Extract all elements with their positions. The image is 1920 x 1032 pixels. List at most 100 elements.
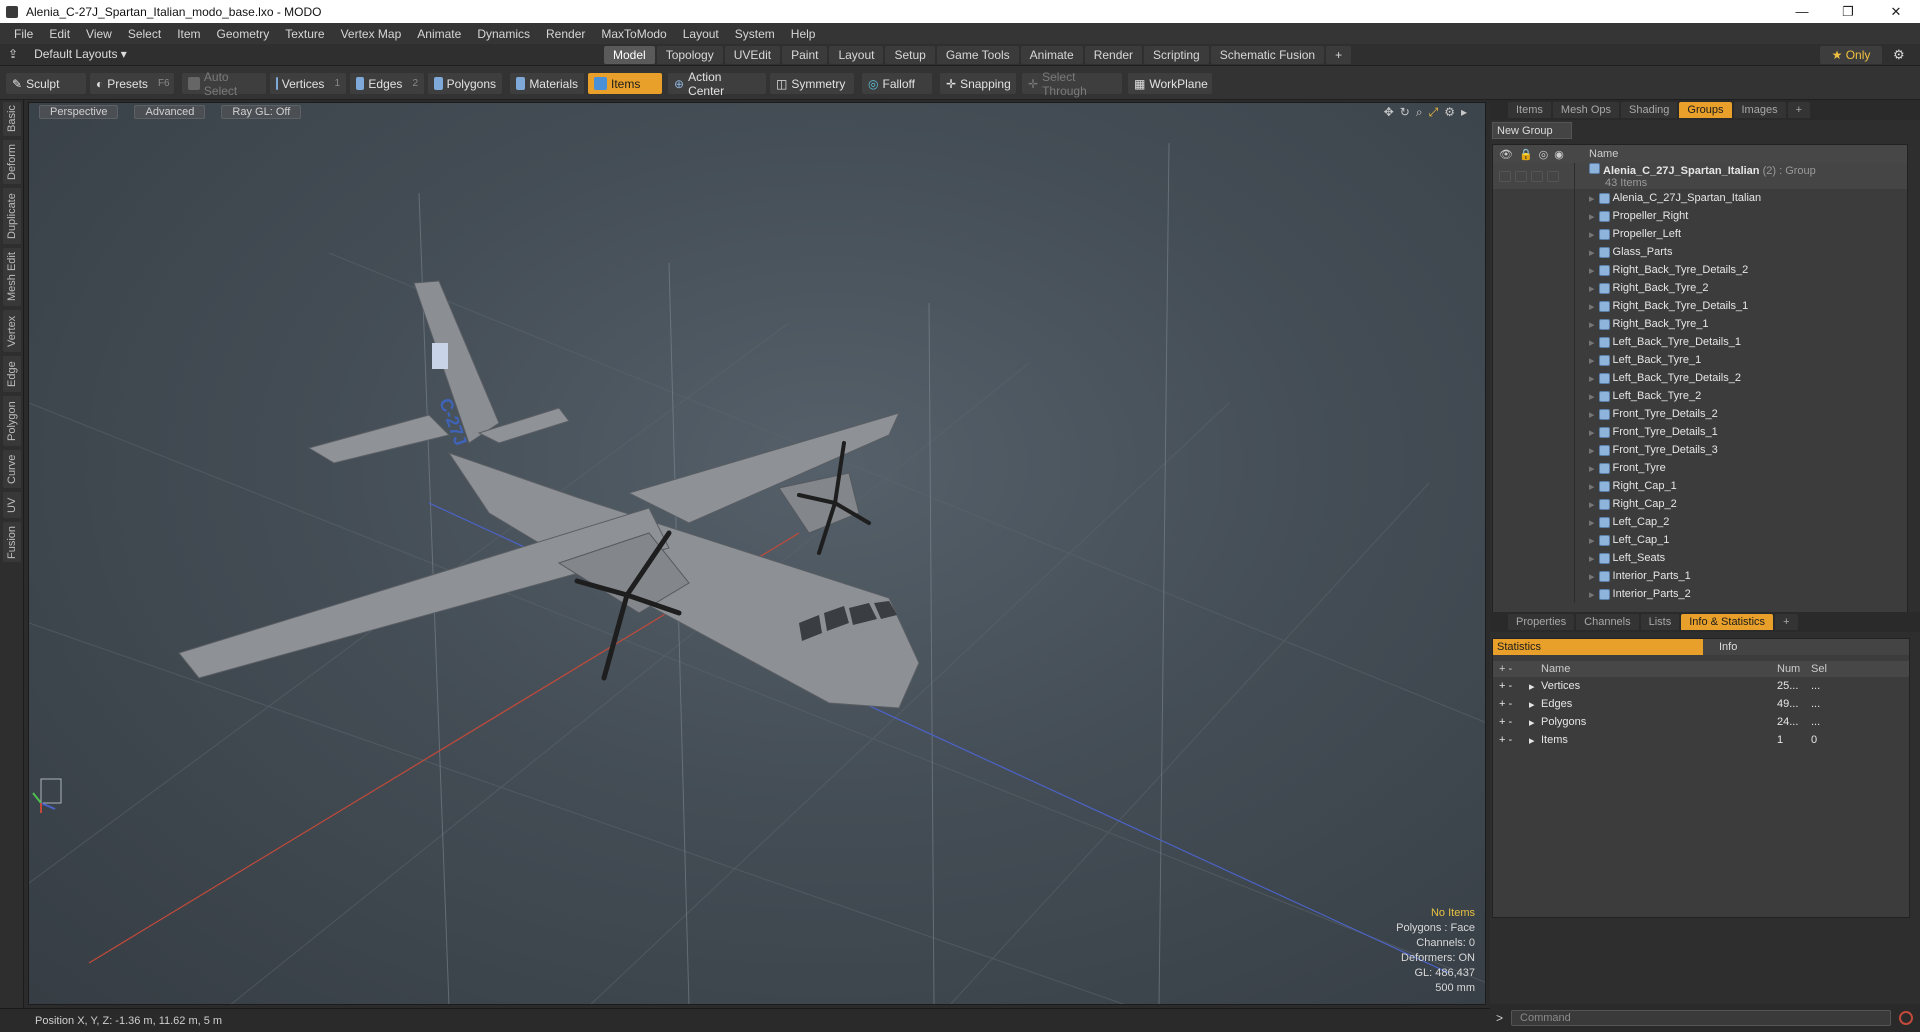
- lefttab-vertex[interactable]: Vertex: [3, 310, 21, 352]
- materials-button[interactable]: Materials: [510, 73, 584, 94]
- group-item-row[interactable]: ▸ Left_Cap_1: [1493, 531, 1907, 549]
- lefttab-polygon[interactable]: Polygon: [3, 396, 21, 446]
- tab-images[interactable]: Images: [1733, 102, 1786, 118]
- snapping-button[interactable]: ✛ Snapping: [940, 73, 1016, 94]
- rotate-icon[interactable]: ↻: [1400, 105, 1410, 120]
- group-item-row[interactable]: ▸ Front_Tyre_Details_2: [1493, 405, 1907, 423]
- menu-select[interactable]: Select: [120, 27, 169, 41]
- stats-expand-icon[interactable]: + -: [1493, 716, 1529, 728]
- group-item-row[interactable]: ▸ Alenia_C_27J_Spartan_Italian: [1493, 189, 1907, 207]
- tab-setup[interactable]: Setup: [885, 46, 935, 64]
- perspective-dropdown[interactable]: Perspective: [39, 105, 119, 119]
- group-item-row[interactable]: ▸ Right_Back_Tyre_Details_1: [1493, 297, 1907, 315]
- group-item-row[interactable]: ▸ Left_Back_Tyre_Details_2: [1493, 369, 1907, 387]
- command-input[interactable]: Command: [1511, 1010, 1892, 1026]
- menu-dynamics[interactable]: Dynamics: [469, 27, 538, 41]
- tab-model[interactable]: Model: [604, 46, 655, 64]
- stats-row[interactable]: + - ▸ Edges 49......: [1493, 695, 1909, 713]
- only-button[interactable]: ★ Only: [1820, 46, 1882, 64]
- root-select-toggle[interactable]: [1547, 170, 1559, 182]
- expand-arrow-icon[interactable]: ▸: [1575, 318, 1595, 331]
- group-item-row[interactable]: ▸ Propeller_Left: [1493, 225, 1907, 243]
- record-icon[interactable]: [1899, 1011, 1914, 1025]
- layout-pin-icon[interactable]: ⇪: [8, 47, 18, 61]
- sculpt-button[interactable]: ✎ Sculpt: [6, 73, 86, 94]
- group-item-row[interactable]: ▸ Left_Back_Tyre_1: [1493, 351, 1907, 369]
- expand-arrow-icon[interactable]: ▸: [1575, 210, 1595, 223]
- pan-icon[interactable]: ✥: [1384, 105, 1394, 120]
- add-panel-tab-icon[interactable]: +: [1775, 614, 1798, 630]
- tab-groups[interactable]: Groups: [1679, 102, 1732, 118]
- tab-schematic-fusion[interactable]: Schematic Fusion: [1210, 46, 1325, 64]
- expand-arrow-icon[interactable]: ▸: [1575, 480, 1595, 493]
- menu-help[interactable]: Help: [783, 27, 824, 41]
- group-item-row[interactable]: ▸ Propeller_Right: [1493, 207, 1907, 225]
- lock-icon[interactable]: 🔒: [1519, 148, 1533, 161]
- menu-animate[interactable]: Animate: [409, 27, 469, 41]
- menu-view[interactable]: View: [78, 27, 120, 41]
- expand-arrow-icon[interactable]: ▸: [1575, 462, 1595, 475]
- group-item-row[interactable]: ▸ Front_Tyre_Details_1: [1493, 423, 1907, 441]
- stats-arrow-icon[interactable]: ▸: [1529, 698, 1541, 711]
- menu-edit[interactable]: Edit: [41, 27, 78, 41]
- stats-arrow-icon[interactable]: ▸: [1529, 734, 1541, 747]
- tab-shading[interactable]: Shading: [1621, 102, 1678, 118]
- expand-arrow-icon[interactable]: ▸: [1575, 426, 1595, 439]
- tab-info-statistics[interactable]: Info & Statistics: [1681, 614, 1774, 630]
- expand-arrow-icon[interactable]: ▸: [1575, 516, 1595, 529]
- expand-arrow-icon[interactable]: ▸: [1575, 444, 1595, 457]
- menu-file[interactable]: File: [6, 27, 41, 41]
- tab-channels[interactable]: Channels: [1576, 614, 1639, 630]
- stats-expand-icon[interactable]: + -: [1493, 698, 1529, 710]
- tab-lists[interactable]: Lists: [1640, 614, 1680, 630]
- lefttab-fusion[interactable]: Fusion: [3, 522, 21, 562]
- expand-arrow-icon[interactable]: ▸: [1575, 246, 1595, 259]
- tab-scripting[interactable]: Scripting: [1144, 46, 1209, 64]
- vertices-button[interactable]: Vertices 1: [270, 73, 346, 94]
- stats-row[interactable]: + - ▸ Vertices 25......: [1493, 677, 1909, 695]
- tab-game-tools[interactable]: Game Tools: [936, 46, 1019, 64]
- group-item-row[interactable]: ▸ Right_Back_Tyre_1: [1493, 315, 1907, 333]
- tab-mesh-ops[interactable]: Mesh Ops: [1552, 102, 1620, 118]
- 3d-viewport[interactable]: C-27J Perspective Advanced Ray GL: Off ✥…: [28, 102, 1486, 1005]
- select-through-button[interactable]: ✛ Select Through: [1022, 70, 1122, 98]
- layout-dropdown[interactable]: Default Layouts ▾: [34, 47, 127, 61]
- statistics-tab[interactable]: Statistics: [1493, 639, 1703, 655]
- expand-arrow-icon[interactable]: ▸: [1575, 372, 1595, 385]
- expand-arrow-icon[interactable]: ▸: [1575, 192, 1595, 205]
- polygons-button[interactable]: Polygons: [428, 73, 502, 94]
- lefttab-deform[interactable]: Deform: [3, 140, 21, 184]
- menu-item[interactable]: Item: [169, 27, 208, 41]
- new-group-button[interactable]: New Group: [1492, 122, 1572, 139]
- items-button[interactable]: Items: [588, 73, 662, 94]
- lefttab-basic[interactable]: Basic: [3, 102, 21, 136]
- tab-properties[interactable]: Properties: [1508, 614, 1575, 630]
- expand-arrow-icon[interactable]: ▸: [1575, 570, 1595, 583]
- root-lock-toggle[interactable]: [1515, 170, 1527, 182]
- menu-layout[interactable]: Layout: [675, 27, 727, 41]
- stats-row[interactable]: + - ▸ Polygons 24......: [1493, 713, 1909, 731]
- stats-row[interactable]: + - ▸ Items 1 0: [1493, 731, 1909, 749]
- raygl-toggle[interactable]: Ray GL: Off: [221, 105, 302, 119]
- group-item-row[interactable]: ▸ Left_Back_Tyre_2: [1493, 387, 1907, 405]
- edges-button[interactable]: Edges 2: [350, 73, 424, 94]
- viewport-settings-icon[interactable]: ⚙: [1444, 105, 1455, 120]
- auto-select-button[interactable]: Auto Select: [182, 70, 266, 98]
- group-item-row[interactable]: ▸ Interior_Parts_1: [1493, 567, 1907, 585]
- lefttab-edge[interactable]: Edge: [3, 356, 21, 392]
- fit-icon[interactable]: ⤢: [1429, 105, 1439, 120]
- tab-layout[interactable]: Layout: [829, 46, 884, 64]
- add-panel-tab-icon[interactable]: +: [1787, 102, 1811, 118]
- viewport-expand-icon[interactable]: ▸: [1461, 105, 1467, 120]
- tab-uvedit[interactable]: UVEdit: [724, 46, 781, 64]
- group-item-row[interactable]: ▸ Left_Seats: [1493, 549, 1907, 567]
- add-tab-icon[interactable]: +: [1326, 46, 1352, 64]
- tab-topology[interactable]: Topology: [656, 46, 723, 64]
- menu-render[interactable]: Render: [538, 27, 593, 41]
- group-item-row[interactable]: ▸ Left_Back_Tyre_Details_1: [1493, 333, 1907, 351]
- info-tab[interactable]: Info: [1703, 639, 1909, 655]
- gear-icon[interactable]: ⚙: [1893, 47, 1905, 63]
- group-item-row[interactable]: ▸ Right_Cap_2: [1493, 495, 1907, 513]
- expand-arrow-icon[interactable]: ▸: [1575, 228, 1595, 241]
- root-visibility-toggle[interactable]: [1499, 170, 1511, 182]
